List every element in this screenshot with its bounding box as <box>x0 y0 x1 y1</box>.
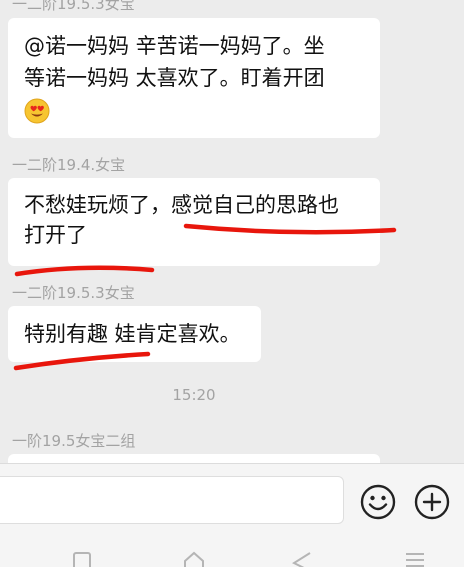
message-text-line: 特别有趣 娃肯定喜欢。 <box>24 322 241 346</box>
sender-name: 一二阶19.4.女宝 <box>12 156 126 174</box>
message-bubble[interactable]: @诺一妈妈 辛苦诺一妈妈了。坐 等诺一妈妈 太喜欢了。盯着开团 <box>8 18 380 138</box>
message-input[interactable] <box>0 476 344 524</box>
message-bubble[interactable]: 不愁娃玩烦了，感觉自己的思路也 打开了 <box>8 178 380 266</box>
message-text-line: @诺一妈妈 辛苦诺一妈妈了。坐 <box>24 34 325 58</box>
heart-eyes-emoji-icon <box>24 98 50 124</box>
sender-name: 一二阶19.5.3女宝 <box>12 0 135 13</box>
square-nav-icon[interactable] <box>72 551 92 567</box>
smiley-face-icon[interactable] <box>360 484 396 520</box>
timestamp: 15:20 <box>172 386 216 404</box>
sender-name: 一二阶19.5.3女宝 <box>12 284 135 302</box>
system-navigation-bar <box>0 543 464 567</box>
message-text-line: 不愁娃玩烦了，感觉自己的思路也 <box>24 193 339 217</box>
input-bar <box>0 463 464 544</box>
sender-name: 一阶19.5女宝二组 <box>12 432 136 450</box>
plus-circle-icon[interactable] <box>414 484 450 520</box>
back-nav-icon[interactable] <box>292 551 312 567</box>
emoji-line <box>24 94 364 126</box>
red-underline <box>14 265 155 277</box>
message-bubble[interactable]: 特别有趣 娃肯定喜欢。 <box>8 306 261 362</box>
message-text-line: 等诺一妈妈 太喜欢了。盯着开团 <box>24 66 325 90</box>
menu-nav-icon[interactable] <box>404 551 426 567</box>
chat-screen: 一二阶19.5.3女宝 @诺一妈妈 辛苦诺一妈妈了。坐 等诺一妈妈 太喜欢了。盯… <box>0 0 464 567</box>
message-text-line: 打开了 <box>24 223 87 247</box>
home-nav-icon[interactable] <box>183 551 205 567</box>
